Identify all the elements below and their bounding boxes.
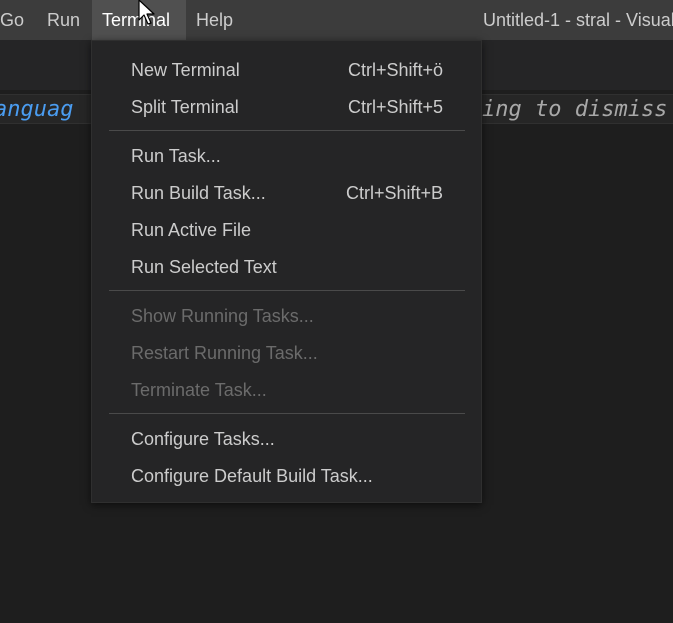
mouse-pointer-icon: [138, 0, 155, 25]
editor-hint-left: anguag: [0, 97, 74, 122]
menu-help-label: Help: [196, 10, 234, 30]
menu-item-shortcut: Ctrl+Shift+ö: [347, 60, 443, 80]
menu-item-run-build-task[interactable]: Run Build Task... Ctrl+Shift+B: [92, 175, 481, 211]
menu-item-label: Terminate Task...: [131, 380, 267, 400]
editor-hint-right: ing to dismiss: [482, 97, 668, 122]
menu-item-configure-tasks[interactable]: Configure Tasks...: [92, 421, 481, 457]
menu-item-shortcut: Ctrl+Shift+5: [347, 97, 443, 117]
menu-run-label: Run: [47, 10, 81, 30]
menu-item-label: Show Running Tasks...: [131, 306, 314, 326]
menu-item-show-running-tasks: Show Running Tasks...: [92, 298, 481, 334]
menu-item-run-active-file[interactable]: Run Active File: [92, 212, 481, 248]
menu-item-label: Restart Running Task...: [131, 343, 318, 363]
menu-item-label: Run Task...: [131, 146, 221, 166]
menu-item-run-selected-text[interactable]: Run Selected Text: [92, 249, 481, 285]
menu-separator: [109, 413, 465, 414]
menu-item-label: Configure Default Build Task...: [131, 466, 373, 486]
menu-item-configure-default-build-task[interactable]: Configure Default Build Task...: [92, 458, 481, 494]
menu-item-split-terminal[interactable]: Split Terminal Ctrl+Shift+5: [92, 89, 481, 125]
menu-item-label: Configure Tasks...: [131, 429, 275, 449]
menu-item-label: New Terminal: [131, 60, 240, 80]
menu-item-new-terminal[interactable]: New Terminal Ctrl+Shift+ö: [92, 52, 481, 88]
menu-item-run-task[interactable]: Run Task...: [92, 138, 481, 174]
menu-item-label: Run Active File: [131, 220, 252, 240]
menu-separator: [109, 290, 465, 291]
menu-go[interactable]: Go: [0, 0, 30, 40]
menu-item-shortcut: Ctrl+Shift+B: [345, 183, 443, 203]
vscode-window: Go Run Terminal Help Untitled-1 - stral …: [0, 0, 673, 623]
menu-bar: Go Run Terminal Help Untitled-1 - stral …: [0, 0, 673, 40]
menu-item-label: Run Build Task...: [131, 183, 266, 203]
menu-item-terminate-task: Terminate Task...: [92, 372, 481, 408]
terminal-menu: New Terminal Ctrl+Shift+ö Split Terminal…: [91, 40, 482, 503]
menu-help[interactable]: Help: [186, 0, 243, 40]
menu-go-label: Go: [0, 10, 25, 30]
menu-item-restart-running-task: Restart Running Task...: [92, 335, 481, 371]
menu-item-label: Split Terminal: [131, 97, 239, 117]
window-title: Untitled-1 - stral - Visual: [483, 10, 673, 30]
menu-run[interactable]: Run: [36, 0, 91, 40]
menu-separator: [109, 130, 465, 131]
menu-item-label: Run Selected Text: [131, 257, 277, 277]
